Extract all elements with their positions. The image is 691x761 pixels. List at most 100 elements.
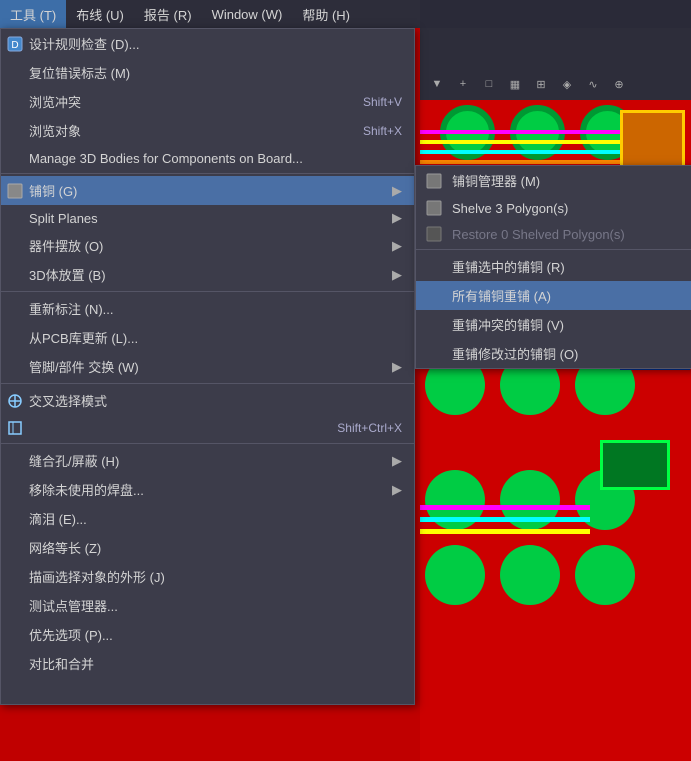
submenu-copper-manager[interactable]: 铺铜管理器 (M) <box>416 166 691 195</box>
menu-update-pcb[interactable]: 从PCB库更新 (L)... <box>1 323 414 352</box>
separator1 <box>1 173 414 174</box>
component-placement-arrow-icon: ▶ <box>392 238 402 254</box>
submenu-copper-manager-label: 铺铜管理器 (M) <box>452 171 540 190</box>
submenu-restore-shelved-label: Restore 0 Shelved Polygon(s) <box>452 227 625 242</box>
menu-preferences[interactable]: 对比和合并 <box>1 649 414 678</box>
submenu-repour-selected[interactable]: 重铺选中的铺铜 (R) <box>416 252 691 281</box>
plus-icon[interactable]: + <box>452 73 474 95</box>
separator4 <box>1 443 414 444</box>
copper-icon <box>5 183 25 199</box>
submenu-shelve-polygon-label: Shelve 3 Polygon(s) <box>452 201 568 216</box>
menu-preferences-label: 对比和合并 <box>29 654 94 673</box>
submenu-repour-all-label: 所有铺铜重铺 (A) <box>452 286 551 305</box>
menu-drc[interactable]: D 设计规则检查 (D)... <box>1 29 414 58</box>
menu-slot-hole[interactable]: 移除未使用的焊盘... ▶ <box>1 475 414 504</box>
menu-draw-outline[interactable]: 测试点管理器... <box>1 591 414 620</box>
cross-select-shortcut: Shift+Ctrl+X <box>337 421 402 435</box>
menu-pin-swap-label: 管脚/部件 交换 (W) <box>29 357 139 376</box>
measure-icon[interactable]: ∿ <box>582 73 604 95</box>
menu-net-length-label: 描画选择对象的外形 (J) <box>29 567 165 586</box>
copper-manager-icon <box>424 173 444 189</box>
menu-teardrops-label: 网络等长 (Z) <box>29 538 101 557</box>
menu-remove-unused-pads[interactable]: 滴泪 (E)... <box>1 504 414 533</box>
pcb-trace <box>420 517 590 522</box>
pcb-component-outline <box>600 440 670 490</box>
menu-copper-label: 铺铜 (G) <box>29 181 77 200</box>
pcb-toolbar: ▼ + □ ▦ ⊞ ◈ ∿ ⊕ <box>420 68 691 100</box>
menu-browse-objects-label: 浏览对象 <box>29 121 81 140</box>
pcb-trace <box>420 150 620 154</box>
menu-test-point[interactable]: 优先选项 (P)... <box>1 620 414 649</box>
copper-arrow-icon: ▶ <box>392 183 402 199</box>
menu-net-length[interactable]: 描画选择对象的外形 (J) <box>1 562 414 591</box>
submenu-repour-conflicts[interactable]: 重铺冲突的铺铜 (V) <box>416 310 691 339</box>
filter-icon[interactable]: ▼ <box>426 73 448 95</box>
menu-drc-label: 设计规则检查 (D)... <box>29 34 140 53</box>
barchart-icon[interactable]: ▦ <box>504 73 526 95</box>
submenu-repour-conflicts-label: 重铺冲突的铺铜 (V) <box>452 315 564 334</box>
submenu-repour-all[interactable]: 所有铺铜重铺 (A) <box>416 281 691 310</box>
menubar-tools[interactable]: 工具 (T) <box>0 0 66 28</box>
pin-swap-arrow-icon: ▶ <box>392 359 402 375</box>
menu-cross-probe[interactable]: 交叉选择模式 <box>1 386 414 415</box>
crossselect-icon <box>5 420 25 436</box>
menu-convert-label: 缝合孔/屏蔽 (H) <box>29 451 119 470</box>
3d-body-arrow-icon: ▶ <box>392 267 402 283</box>
submenu-repour-selected-label: 重铺选中的铺铜 (R) <box>452 257 565 276</box>
menu-component-placement[interactable]: 器件摆放 (O) ▶ <box>1 231 414 260</box>
menubar-layout[interactable]: 布线 (U) <box>66 0 134 28</box>
menu-pin-swap[interactable]: 管脚/部件 交换 (W) ▶ <box>1 352 414 381</box>
menu-reset-errors[interactable]: 复位错误标志 (M) <box>1 58 414 87</box>
menu-3d-body-label: 3D体放置 (B) <box>29 265 106 284</box>
menu-update-pcb-label: 从PCB库更新 (L)... <box>29 328 138 347</box>
menu-teardrops[interactable]: 网络等长 (Z) <box>1 533 414 562</box>
menu-copper[interactable]: 铺铜 (G) ▶ <box>1 176 414 205</box>
menu-remove-unused-pads-label: 滴泪 (E)... <box>29 509 87 528</box>
menu-browse-objects[interactable]: 浏览对象 Shift+X <box>1 116 414 145</box>
submenu-restore-shelved: Restore 0 Shelved Polygon(s) <box>416 221 691 247</box>
browse-conflicts-shortcut: Shift+V <box>363 95 402 109</box>
slot-hole-arrow-icon: ▶ <box>392 482 402 498</box>
copper-separator1 <box>416 249 691 250</box>
menu-cross-probe-label: 交叉选择模式 <box>29 391 107 410</box>
menubar-report[interactable]: 报告 (R) <box>134 0 202 28</box>
split-planes-arrow-icon: ▶ <box>392 210 402 226</box>
browse-objects-shortcut: Shift+X <box>363 124 402 138</box>
grid-icon[interactable]: ⊞ <box>530 73 552 95</box>
pcb-trace <box>420 130 620 134</box>
menu-cross-select[interactable]: Shift+Ctrl+X <box>1 415 414 441</box>
pcb-pad <box>425 545 485 605</box>
pcb-pad <box>500 545 560 605</box>
menubar-window[interactable]: Window (W) <box>202 0 293 28</box>
menu-reset-errors-label: 复位错误标志 (M) <box>29 63 130 82</box>
menu-split-planes[interactable]: Split Planes ▶ <box>1 205 414 231</box>
menu-browse-conflicts[interactable]: 浏览冲突 Shift+V <box>1 87 414 116</box>
menu-convert[interactable]: 缝合孔/屏蔽 (H) ▶ <box>1 446 414 475</box>
menu-component-placement-label: 器件摆放 (O) <box>29 236 103 255</box>
menubar-help[interactable]: 帮助 (H) <box>292 0 360 28</box>
menubar: 工具 (T) 布线 (U) 报告 (R) Window (W) 帮助 (H) <box>0 0 420 28</box>
layers-icon[interactable]: ◈ <box>556 73 578 95</box>
menu-3d-body[interactable]: 3D体放置 (B) ▶ <box>1 260 414 289</box>
shelve-polygon-icon <box>424 200 444 216</box>
pcb-trace <box>420 140 620 144</box>
pcb-trace <box>420 160 620 164</box>
pcb-trace <box>420 505 590 510</box>
menu-reannotate[interactable]: 重新标注 (N)... <box>1 294 414 323</box>
crossprobe-icon <box>5 393 25 409</box>
menu-manage-3d-label: Manage 3D Bodies for Components on Board… <box>29 151 303 166</box>
box-icon[interactable]: □ <box>478 73 500 95</box>
copper-submenu: 铺铜管理器 (M) Shelve 3 Polygon(s) Restore 0 … <box>415 165 691 369</box>
separator3 <box>1 383 414 384</box>
point-icon[interactable]: ⊕ <box>608 73 630 95</box>
svg-text:D: D <box>11 40 18 51</box>
menu-split-planes-label: Split Planes <box>29 211 98 226</box>
submenu-shelve-polygon[interactable]: Shelve 3 Polygon(s) <box>416 195 691 221</box>
drc-icon: D <box>5 36 25 52</box>
menu-draw-outline-label: 测试点管理器... <box>29 596 118 615</box>
submenu-repour-modified[interactable]: 重铺修改过的铺铜 (O) <box>416 339 691 368</box>
menu-reannotate-label: 重新标注 (N)... <box>29 299 114 318</box>
menu-manage-3d[interactable]: Manage 3D Bodies for Components on Board… <box>1 145 414 171</box>
pcb-top-bar <box>420 28 691 68</box>
submenu-repour-modified-label: 重铺修改过的铺铜 (O) <box>452 344 578 363</box>
